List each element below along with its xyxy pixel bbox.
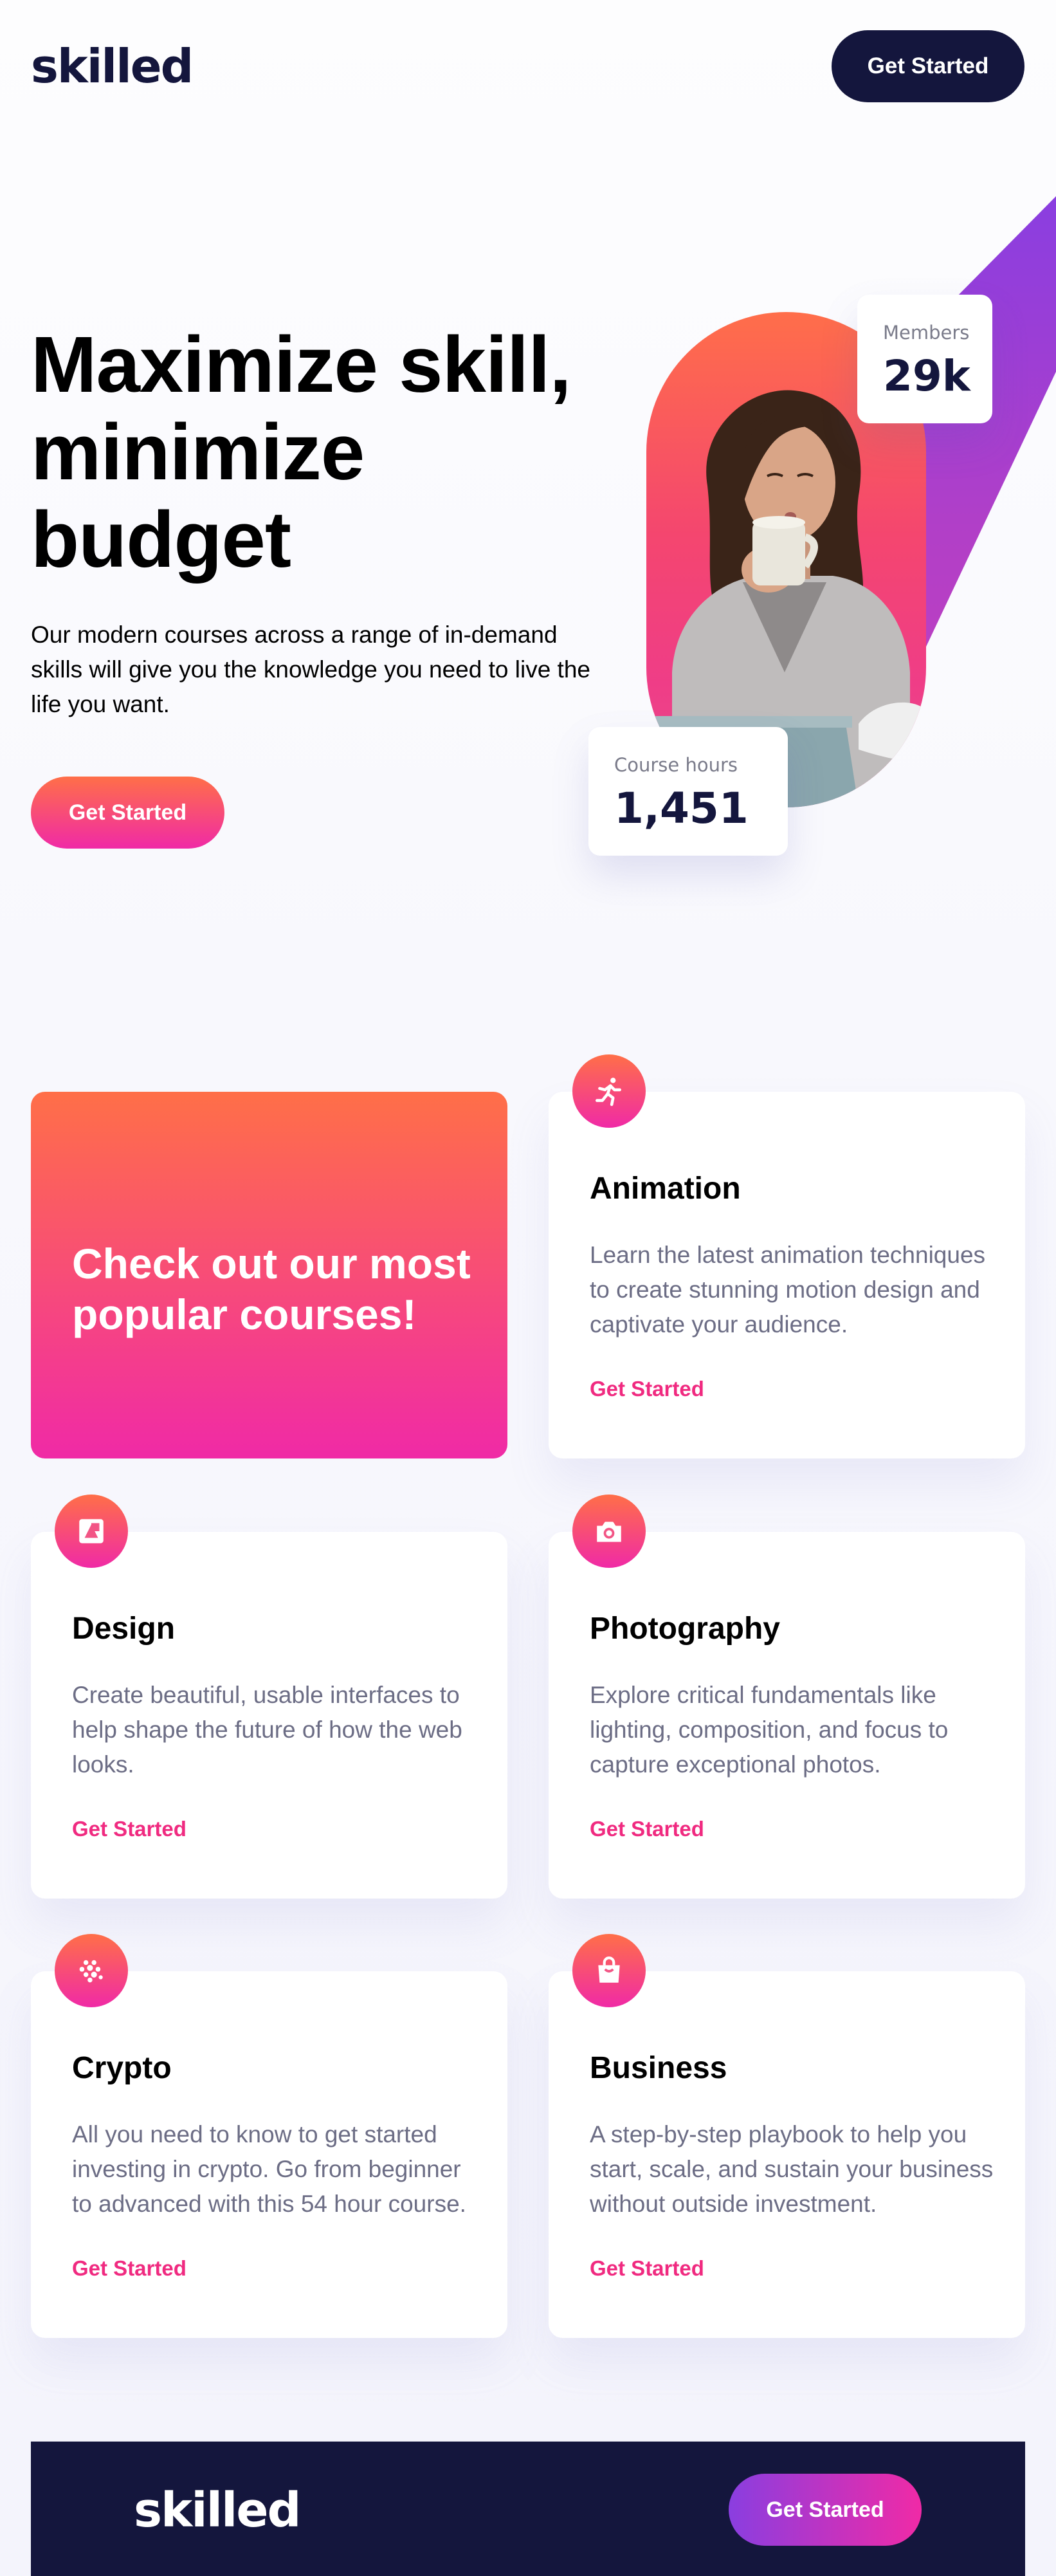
header-logo[interactable]: skilled	[31, 37, 194, 95]
crypto-dots-icon	[55, 1934, 128, 2007]
footer-logo[interactable]: skilled	[134, 2481, 302, 2539]
course-hours-value: 1,451	[614, 784, 749, 833]
course-title: Business	[590, 2051, 727, 2085]
hero-get-started-button[interactable]: Get Started	[31, 777, 224, 849]
course-description: Create beautiful, usable interfaces to h…	[72, 1682, 462, 1778]
members-label: Members	[883, 322, 970, 344]
camera-icon	[572, 1495, 646, 1568]
course-title: Design	[72, 1612, 176, 1646]
hero-title: Maximize skill, minimize budget	[31, 321, 572, 584]
course-hours-label: Course hours	[614, 754, 738, 776]
course-get-started-link[interactable]: Get Started	[590, 1817, 704, 1841]
members-stat-card: Members 29k	[857, 295, 992, 423]
course-get-started-link[interactable]: Get Started	[72, 1817, 187, 1841]
footer-get-started-button[interactable]: Get Started	[729, 2474, 922, 2546]
course-card-animation: Animation Learn the latest animation tec…	[549, 1054, 1025, 1458]
design-frame-icon	[55, 1495, 128, 1568]
course-card-crypto: Crypto All you need to know to get start…	[31, 1934, 507, 2338]
course-hours-stat-card: Course hours 1,451	[588, 727, 788, 856]
course-title: Photography	[590, 1612, 780, 1646]
course-card-design: Design Create beautiful, usable interfac…	[31, 1495, 507, 1899]
header-get-started-button[interactable]: Get Started	[832, 30, 1024, 102]
popular-courses-promo-card: Check out our most popular courses!	[31, 1092, 507, 1458]
shopping-bag-icon	[572, 1934, 646, 2007]
course-description: Explore critical fundamentals like light…	[590, 1682, 949, 1778]
course-get-started-link[interactable]: Get Started	[590, 1377, 704, 1401]
course-get-started-link[interactable]: Get Started	[590, 2256, 704, 2281]
members-value: 29k	[883, 351, 970, 401]
course-description: Learn the latest animation techniques to…	[590, 1242, 986, 1338]
course-card-photography: Photography Explore critical fundamental…	[549, 1495, 1025, 1899]
course-title: Animation	[590, 1172, 741, 1206]
course-card-business: Business A step-by-step playbook to help…	[549, 1934, 1025, 2338]
footer: skilled Get Started	[31, 2442, 1025, 2576]
course-description: A step-by-step playbook to help you star…	[590, 2121, 994, 2217]
course-title: Crypto	[72, 2051, 172, 2085]
course-description: All you need to know to get started inve…	[72, 2121, 466, 2217]
course-get-started-link[interactable]: Get Started	[72, 2256, 187, 2281]
hero-description: Our modern courses across a range of in-…	[31, 621, 590, 717]
promo-heading: Check out our most popular courses!	[72, 1240, 471, 1338]
running-person-icon	[572, 1054, 646, 1128]
